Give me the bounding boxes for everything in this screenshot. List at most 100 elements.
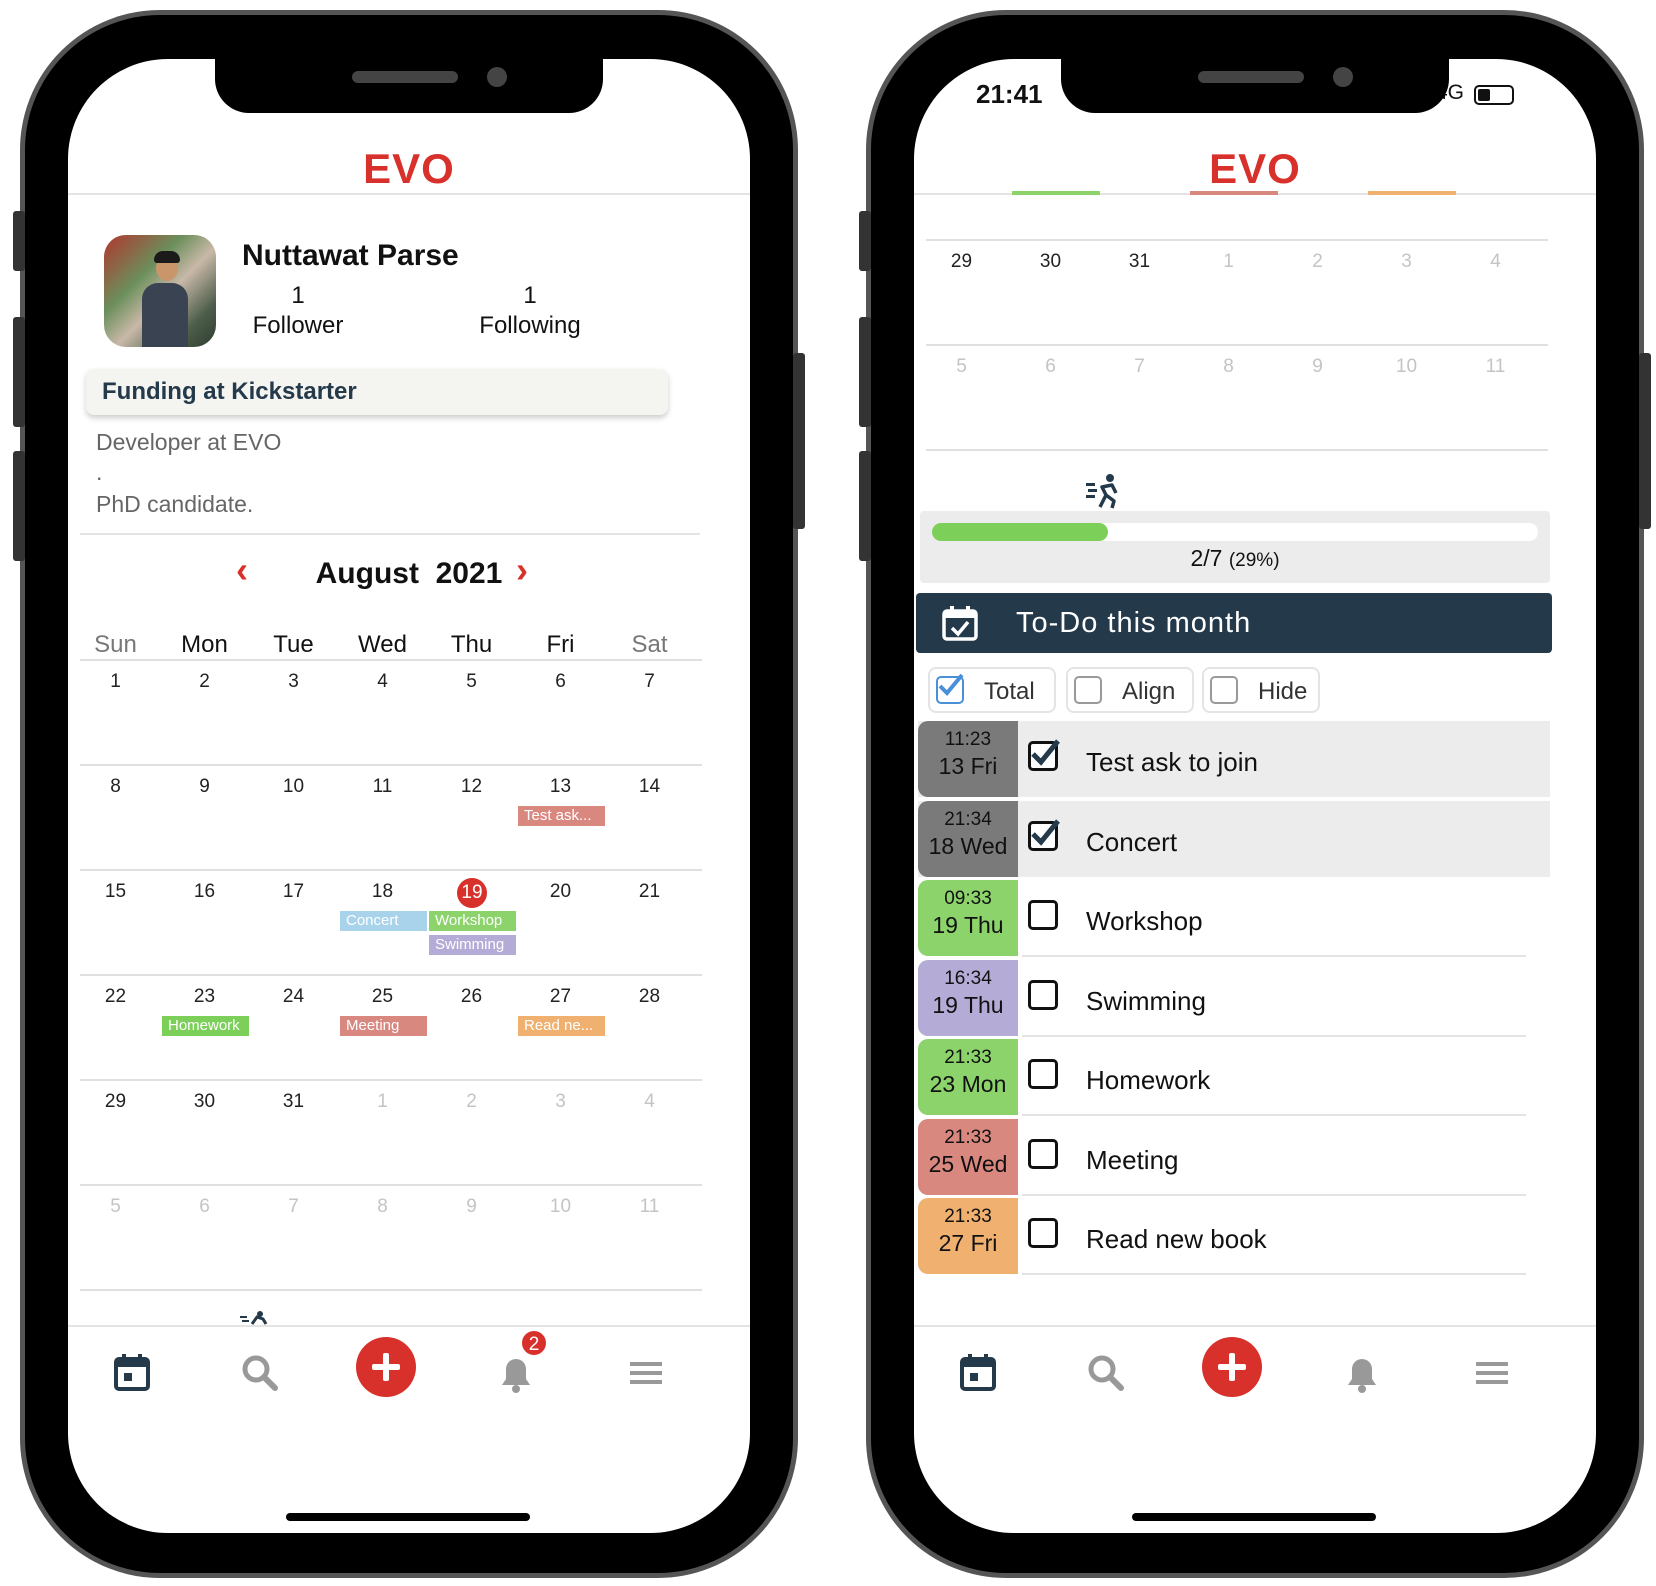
calendar-day[interactable]: 9 (427, 1196, 516, 1218)
calendar-day[interactable]: 31 (249, 1091, 338, 1113)
calendar-day[interactable]: 4 (605, 1091, 694, 1113)
calendar-day[interactable]: 20 (516, 881, 605, 903)
calendar-event[interactable]: Read ne... (518, 1016, 605, 1036)
calendar-day[interactable]: 1 (338, 1091, 427, 1113)
calendar-day[interactable]: 22 (71, 986, 160, 1008)
task-checkbox[interactable] (1028, 900, 1058, 930)
calendar-event[interactable]: Workshop (429, 911, 516, 931)
checkbox[interactable] (936, 673, 964, 704)
calendar-day[interactable]: 5 (917, 356, 1006, 378)
calendar-day[interactable]: 21 (605, 881, 694, 903)
following-stat[interactable]: 1 Following (450, 281, 610, 341)
calendar-day[interactable]: 30 (160, 1091, 249, 1113)
calendar-event[interactable]: Test ask... (518, 806, 605, 826)
task-row[interactable]: 21:33 25 Wed Meeting (918, 1118, 1550, 1196)
profile-name: Nuttawat Parse (242, 239, 459, 272)
calendar-day[interactable]: 10 (249, 776, 338, 798)
checkbox[interactable] (1074, 676, 1102, 704)
calendar-day[interactable]: 1 (1184, 251, 1273, 273)
calendar-day[interactable]: 14 (605, 776, 694, 798)
task-row[interactable]: 16:34 19 Thu Swimming (918, 959, 1550, 1037)
calendar-day[interactable]: 5 (427, 671, 516, 693)
calendar-day[interactable]: 26 (427, 986, 516, 1008)
calendar-day[interactable]: 6 (516, 671, 605, 693)
task-date: 21:33 27 Fri (918, 1198, 1018, 1274)
calendar-day[interactable]: 12 (427, 776, 516, 798)
calendar-event[interactable]: Meeting (340, 1016, 427, 1036)
task-checkbox[interactable] (1028, 979, 1058, 1010)
add-button[interactable] (1202, 1337, 1262, 1397)
task-row[interactable]: 21:33 27 Fri Read new book (918, 1198, 1550, 1275)
add-button[interactable] (356, 1337, 416, 1397)
calendar-day[interactable]: 13 (516, 776, 605, 798)
task-row[interactable]: 11:23 13 Fri Test ask to join (918, 721, 1550, 797)
bell-icon[interactable] (1338, 1349, 1386, 1397)
calendar-day[interactable]: 5 (71, 1196, 160, 1218)
search-icon[interactable] (1082, 1349, 1130, 1397)
today-marker[interactable]: 19 (457, 878, 487, 908)
calendar-day[interactable]: 10 (1362, 356, 1451, 378)
followers-stat[interactable]: 1 Follower (218, 281, 378, 341)
next-month-button[interactable]: › (516, 549, 528, 591)
calendar-day[interactable]: 9 (160, 776, 249, 798)
task-checkbox[interactable] (1028, 1218, 1058, 1248)
calendar-day[interactable]: 30 (1006, 251, 1095, 273)
calendar-day[interactable]: 9 (1273, 356, 1362, 378)
filter-hide[interactable]: Hide (1202, 667, 1320, 713)
menu-icon[interactable] (1468, 1349, 1516, 1397)
calendar-day[interactable]: 17 (249, 881, 338, 903)
calendar-day[interactable]: 7 (249, 1196, 338, 1218)
calendar-day[interactable]: 7 (605, 671, 694, 693)
menu-icon[interactable] (622, 1349, 670, 1397)
checkbox[interactable] (1210, 676, 1238, 704)
calendar-day[interactable]: 6 (160, 1196, 249, 1218)
calendar-day[interactable]: 15 (71, 881, 160, 903)
calendar-day[interactable]: 25 (338, 986, 427, 1008)
calendar-day[interactable]: 7 (1095, 356, 1184, 378)
calendar-day[interactable]: 27 (516, 986, 605, 1008)
calendar-day[interactable]: 3 (249, 671, 338, 693)
calendar-event[interactable]: Concert (340, 911, 427, 931)
calendar-event[interactable]: Swimming (429, 935, 516, 955)
calendar-day[interactable]: 2 (160, 671, 249, 693)
calendar-day[interactable]: 29 (917, 251, 1006, 273)
calendar-day[interactable]: 6 (1006, 356, 1095, 378)
task-name: Workshop (1086, 906, 1203, 936)
calendar-day[interactable]: 2 (1273, 251, 1362, 273)
calendar-day[interactable]: 4 (1451, 251, 1540, 273)
task-checkbox[interactable] (1028, 1138, 1058, 1169)
calendar-day[interactable]: 16 (160, 881, 249, 903)
calendar-day[interactable]: 3 (516, 1091, 605, 1113)
task-checkbox[interactable] (1028, 818, 1060, 851)
calendar-day[interactable]: 18 (338, 881, 427, 903)
calendar-event[interactable]: Homework (162, 1016, 249, 1036)
calendar-day[interactable]: 4 (338, 671, 427, 693)
search-icon[interactable] (236, 1349, 284, 1397)
calendar-day[interactable]: 8 (338, 1196, 427, 1218)
calendar-day[interactable]: 31 (1095, 251, 1184, 273)
calendar-day[interactable]: 11 (605, 1196, 694, 1218)
avatar[interactable] (104, 235, 216, 347)
calendar-day[interactable]: 11 (338, 776, 427, 798)
calendar-day[interactable]: 1 (71, 671, 160, 693)
calendar-day[interactable]: 28 (605, 986, 694, 1008)
task-row[interactable]: 21:34 18 Wed Concert (918, 800, 1550, 877)
task-row[interactable]: 09:33 19 Thu Workshop (918, 880, 1550, 957)
profile-headline-card[interactable]: Funding at Kickstarter (86, 369, 668, 415)
task-checkbox[interactable] (1028, 1059, 1058, 1089)
calendar-day[interactable]: 3 (1362, 251, 1451, 273)
task-checkbox[interactable] (1028, 739, 1060, 771)
calendar-day[interactable]: 29 (71, 1091, 160, 1113)
calendar-day[interactable]: 24 (249, 986, 338, 1008)
calendar-day[interactable]: 8 (1184, 356, 1273, 378)
calendar-day[interactable]: 23 (160, 986, 249, 1008)
filter-total[interactable]: Total (928, 667, 1056, 713)
calendar-icon[interactable] (954, 1349, 1002, 1397)
calendar-day[interactable]: 11 (1451, 356, 1540, 378)
calendar-day[interactable]: 8 (71, 776, 160, 798)
calendar-day[interactable]: 10 (516, 1196, 605, 1218)
calendar-day[interactable]: 2 (427, 1091, 516, 1113)
calendar-icon[interactable] (108, 1349, 156, 1397)
filter-align[interactable]: Align (1066, 667, 1194, 713)
task-row[interactable]: 21:33 23 Mon Homework (918, 1039, 1550, 1116)
